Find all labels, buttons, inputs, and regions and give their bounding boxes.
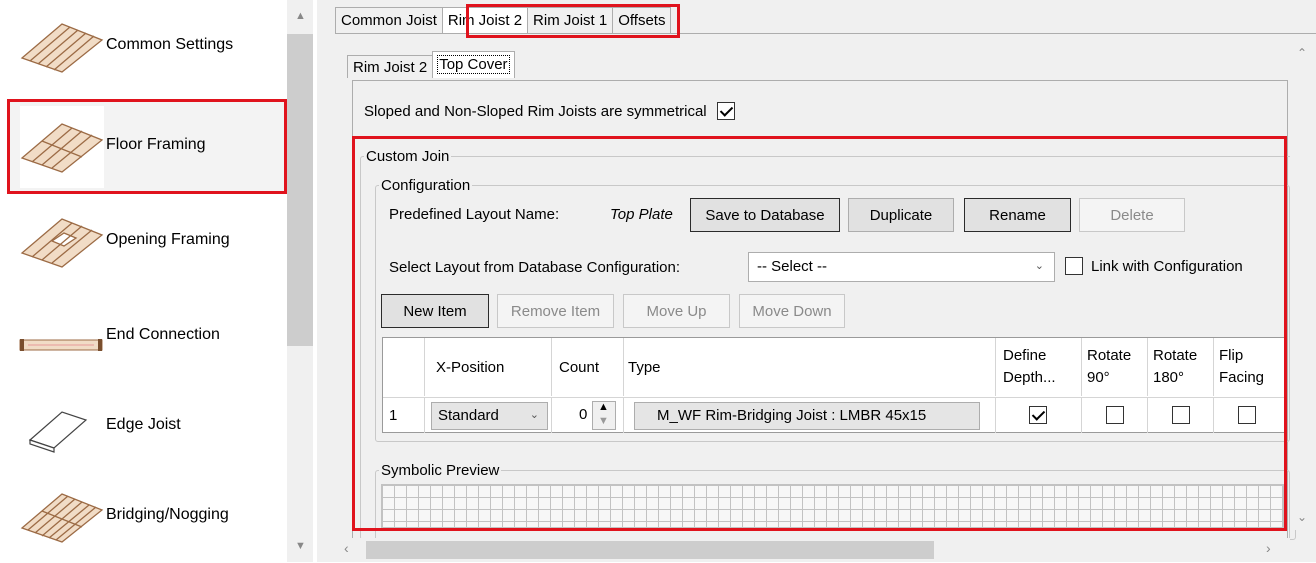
column-header-rotate-180[interactable]: Rotate 180° <box>1148 338 1214 396</box>
items-table: X-Position Count Type Define Depth... Ro… <box>382 337 1286 433</box>
configuration-legend: Configuration <box>381 177 471 194</box>
sidebar-item-bridging-nogging[interactable]: Bridging/Nogging <box>8 470 286 563</box>
column-header-type[interactable]: Type <box>624 338 996 396</box>
scroll-right-icon[interactable]: › <box>1266 540 1271 556</box>
new-item-button[interactable]: New Item <box>381 294 489 328</box>
sidebar-scroll-thumb[interactable] <box>287 34 313 346</box>
sidebar-item-label: End Connection <box>106 326 220 343</box>
sidebar-item-label: Opening Framing <box>106 231 230 248</box>
spin-down-icon[interactable]: ▼ <box>598 415 609 427</box>
rename-button[interactable]: Rename <box>964 198 1071 232</box>
sidebar-item-opening-framing[interactable]: Opening Framing <box>8 195 286 288</box>
sidebar-item-edge-joist[interactable]: Edge Joist <box>8 380 286 473</box>
horizontal-scroll-thumb[interactable] <box>366 541 934 559</box>
rotate-180-checkbox[interactable] <box>1172 406 1190 424</box>
count-cell: 0 ▲ ▼ <box>552 397 624 433</box>
floor-framing-icon <box>20 123 104 173</box>
xpos-cell: Standard ⌄ <box>425 397 552 433</box>
column-header-xpos[interactable]: X-Position <box>425 338 552 396</box>
spin-up-icon[interactable]: ▲ <box>598 401 609 413</box>
delete-button[interactable]: Delete <box>1079 198 1185 232</box>
sidebar-scrollbar[interactable]: ▲ ▼ <box>287 0 313 562</box>
sidebar-item-label: Floor Framing <box>106 136 206 153</box>
symmetric-row: Sloped and Non-Sloped Rim Joists are sym… <box>364 102 735 120</box>
predefined-layout-label: Predefined Layout Name: <box>389 206 560 223</box>
symbolic-preview-legend: Symbolic Preview <box>381 462 500 479</box>
column-header-rotate-90[interactable]: Rotate 90° <box>1082 338 1148 396</box>
opening-framing-icon <box>20 218 104 268</box>
move-up-button[interactable]: Move Up <box>623 294 730 328</box>
tab-rim-joist-1[interactable]: Rim Joist 1 <box>527 7 614 34</box>
chevron-down-icon: ⌄ <box>529 409 539 421</box>
link-config-checkbox[interactable] <box>1065 257 1083 275</box>
remove-item-button[interactable]: Remove Item <box>497 294 614 328</box>
scroll-down-icon[interactable]: ⌄ <box>1297 510 1307 524</box>
sidebar-item-label: Bridging/Nogging <box>106 506 229 523</box>
scroll-up-icon[interactable]: ⌃ <box>1297 46 1307 60</box>
rotate-180-cell <box>1148 397 1214 433</box>
rotate-90-cell <box>1082 397 1148 433</box>
edge-joist-icon <box>28 411 88 453</box>
type-cell: M_WF Rim-Bridging Joist : LMBR 45x15 <box>624 397 996 433</box>
flip-facing-cell <box>1214 397 1286 433</box>
count-value[interactable]: 0 <box>579 406 587 423</box>
sidebar: Common Settings Floor Framing Opening Fr… <box>0 0 313 563</box>
horizontal-scrollbar[interactable]: ‹ › <box>336 538 1290 562</box>
vertical-scrollbar[interactable]: ⌃ ⌄ <box>1290 40 1314 530</box>
save-to-database-button[interactable]: Save to Database <box>690 198 840 232</box>
sidebar-item-floor-framing[interactable]: Floor Framing <box>7 99 287 194</box>
flip-facing-checkbox[interactable] <box>1238 406 1256 424</box>
sidebar-item-label: Edge Joist <box>106 416 181 433</box>
link-config-label: Link with Configuration <box>1091 257 1243 275</box>
sidebar-item-end-connection[interactable]: End Connection <box>8 290 286 383</box>
xpos-dropdown[interactable]: Standard ⌄ <box>431 402 548 430</box>
define-depth-cell <box>996 397 1082 433</box>
tab-rim-joist-2-sub[interactable]: Rim Joist 2 <box>347 55 434 78</box>
top-tabs: Common Joist Rim Joist 2 Rim Joist 1 Off… <box>335 7 672 34</box>
predefined-layout-value: Top Plate <box>610 206 673 223</box>
duplicate-button[interactable]: Duplicate <box>848 198 954 232</box>
scroll-left-icon[interactable]: ‹ <box>344 540 349 556</box>
layout-select[interactable]: -- Select -- ⌄ <box>748 252 1055 282</box>
chevron-down-icon: ⌄ <box>1034 260 1044 272</box>
table-row-number: 1 <box>383 397 425 433</box>
sidebar-item-common-settings[interactable]: Common Settings <box>8 0 286 93</box>
tab-offsets[interactable]: Offsets <box>612 7 672 34</box>
column-header-define-depth[interactable]: Define Depth... <box>996 338 1082 396</box>
floor-boards-icon <box>20 23 104 73</box>
define-depth-checkbox[interactable] <box>1029 406 1047 424</box>
sub-tabs: Rim Joist 2 Top Cover <box>347 51 515 78</box>
symbolic-preview-canvas <box>381 484 1284 528</box>
type-dropdown[interactable]: M_WF Rim-Bridging Joist : LMBR 45x15 <box>634 402 980 430</box>
move-down-button[interactable]: Move Down <box>739 294 845 328</box>
scroll-up-icon[interactable]: ▲ <box>295 10 306 22</box>
sidebar-item-label: Common Settings <box>106 36 234 53</box>
count-spinner[interactable]: ▲ ▼ <box>592 401 616 430</box>
rotate-90-checkbox[interactable] <box>1106 406 1124 424</box>
scroll-down-icon[interactable]: ▼ <box>295 540 306 552</box>
tab-common-joist[interactable]: Common Joist <box>335 7 443 34</box>
tab-top-cover[interactable]: Top Cover <box>432 51 515 78</box>
end-connection-icon <box>19 339 103 351</box>
select-layout-label: Select Layout from Database Configuratio… <box>389 259 680 276</box>
tab-rim-joist-2[interactable]: Rim Joist 2 <box>441 7 529 34</box>
symmetric-label: Sloped and Non-Sloped Rim Joists are sym… <box>364 102 707 120</box>
custom-join-legend: Custom Join <box>366 148 450 165</box>
column-header-count[interactable]: Count <box>552 338 624 396</box>
row-header-column <box>383 338 425 396</box>
symmetric-checkbox[interactable] <box>716 102 735 120</box>
column-header-flip-facing[interactable]: Flip Facing <box>1214 338 1286 396</box>
link-config-row: Link with Configuration <box>1065 257 1243 275</box>
bridging-nogging-icon <box>20 493 104 543</box>
